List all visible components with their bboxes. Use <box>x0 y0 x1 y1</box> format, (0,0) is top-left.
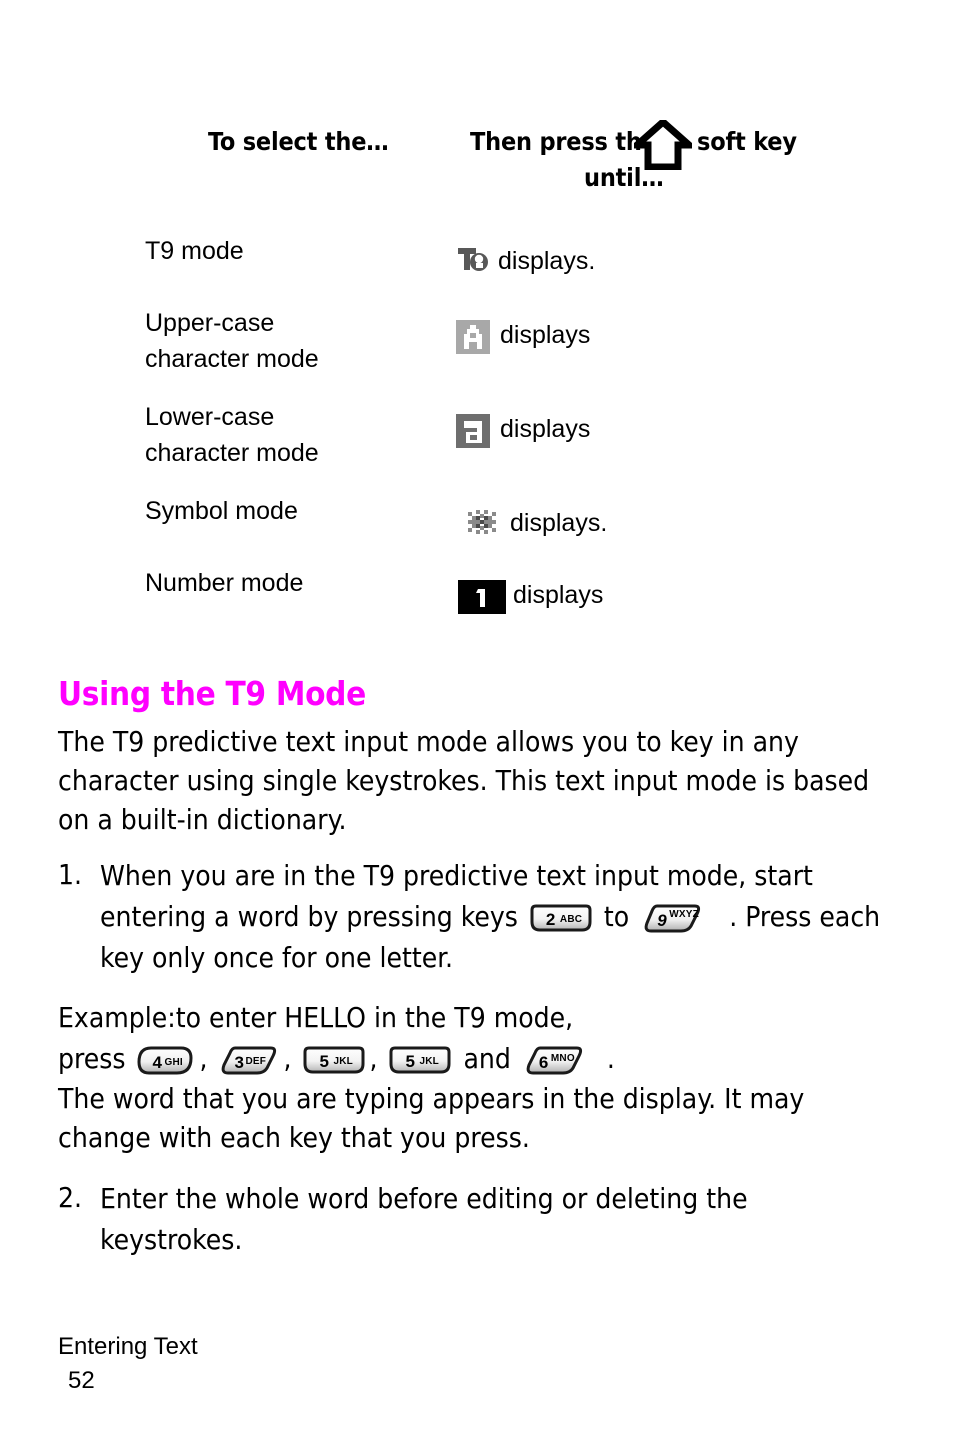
example-line-2: press 4 GHI , 3 DEF , 5 JKL , 5 JKL and … <box>58 1038 918 1079</box>
example-line-1: Example:to enter HELLO in the T9 mode, <box>58 1001 574 1034</box>
mode-label: Lower-case character mode <box>145 403 319 467</box>
mode-description: displays <box>500 321 591 349</box>
footer-page-number: 52 <box>68 1367 95 1394</box>
phone-key-3def: 3 DEF <box>219 1045 279 1077</box>
mode-label: Upper-case character mode <box>145 309 319 373</box>
step-body: When you are in the T9 predictive text i… <box>100 855 918 978</box>
mode-description: displays <box>500 415 591 443</box>
mode-description: displays <box>513 581 604 609</box>
example-press-label: press <box>58 1042 126 1075</box>
step-body: Enter the whole word before editing or d… <box>100 1182 748 1256</box>
phone-key-letters: DEF <box>245 1056 267 1067</box>
footer-section-label: Entering Text <box>58 1333 198 1360</box>
step-text-part-2: to <box>603 900 630 933</box>
phone-key-letters: WXYZ <box>669 909 699 920</box>
closing-paragraph: The word that you are typing appears in … <box>58 1082 805 1154</box>
t9-mode-indicator-icon <box>456 245 490 273</box>
mode-table-header: To select the… Then press the soft key u… <box>0 115 954 215</box>
step-text-part-3: . <box>729 900 738 933</box>
example-sep-1: , <box>199 1042 208 1075</box>
phone-key-letters: GHI <box>164 1057 183 1068</box>
mode-description: displays. <box>510 509 608 537</box>
example-sep-3: , <box>369 1042 378 1075</box>
phone-key-digit: 4 <box>152 1053 162 1072</box>
step-item-1: 1. When you are in the T9 predictive tex… <box>58 855 918 978</box>
phone-key-digit: 9 <box>657 911 667 930</box>
upper-case-indicator-icon <box>456 320 490 354</box>
example-block: Example:to enter HELLO in the T9 mode, p… <box>58 997 918 1079</box>
phone-key-6mno: 6 MNO <box>523 1045 585 1077</box>
mode-description: displays. <box>498 247 596 275</box>
step-number: 1. <box>58 858 83 891</box>
page-title: Using the T9 Mode <box>58 674 366 713</box>
table-header-col2-prefix: Then press the <box>470 127 657 156</box>
phone-key-letters: JKL <box>333 1056 353 1067</box>
step-number: 2. <box>58 1181 83 1214</box>
symbol-mode-indicator-icon <box>466 508 498 536</box>
phone-key-digit: 5 <box>319 1052 329 1071</box>
example-end-period: . <box>606 1042 615 1075</box>
step-text-part-1: When you are in the T9 predictive text i… <box>100 859 813 933</box>
mode-label: Symbol mode <box>145 497 298 525</box>
mode-label: Number mode <box>145 569 304 597</box>
phone-key-5jkl-first: 5 JKL <box>303 1045 365 1077</box>
mode-label: T9 mode <box>145 237 244 265</box>
phone-key-5jkl-second: 5 JKL <box>389 1045 451 1077</box>
phone-key-letters: MNO <box>550 1053 575 1064</box>
phone-key-digit: 6 <box>538 1053 549 1072</box>
table-header-col1: To select the… <box>208 127 389 156</box>
number-mode-indicator-icon <box>458 580 506 614</box>
page-footer: Entering Text 52 <box>58 1330 198 1398</box>
intro-paragraph: The T9 predictive text input mode allows… <box>58 725 870 836</box>
lower-case-indicator-icon <box>456 414 490 448</box>
phone-key-9wxyz: 9 WXYZ <box>641 903 703 935</box>
phone-key-letters: ABC <box>559 914 583 925</box>
table-header-col2-suffix: soft key <box>697 127 797 156</box>
phone-key-4ghi: 4 GHI <box>137 1045 195 1077</box>
phone-key-digit: 3 <box>234 1053 244 1072</box>
phone-key-digit: 2 <box>545 910 556 929</box>
example-and-label: and <box>463 1042 511 1075</box>
step-item-2: 2. Enter the whole word before editing o… <box>58 1178 878 1260</box>
up-arrow-soft-key-icon <box>627 117 699 171</box>
example-sep-2: , <box>283 1042 292 1075</box>
phone-key-letters: JKL <box>419 1056 439 1067</box>
phone-key-digit: 5 <box>405 1052 415 1071</box>
phone-key-2abc: 2 ABC <box>530 903 592 935</box>
